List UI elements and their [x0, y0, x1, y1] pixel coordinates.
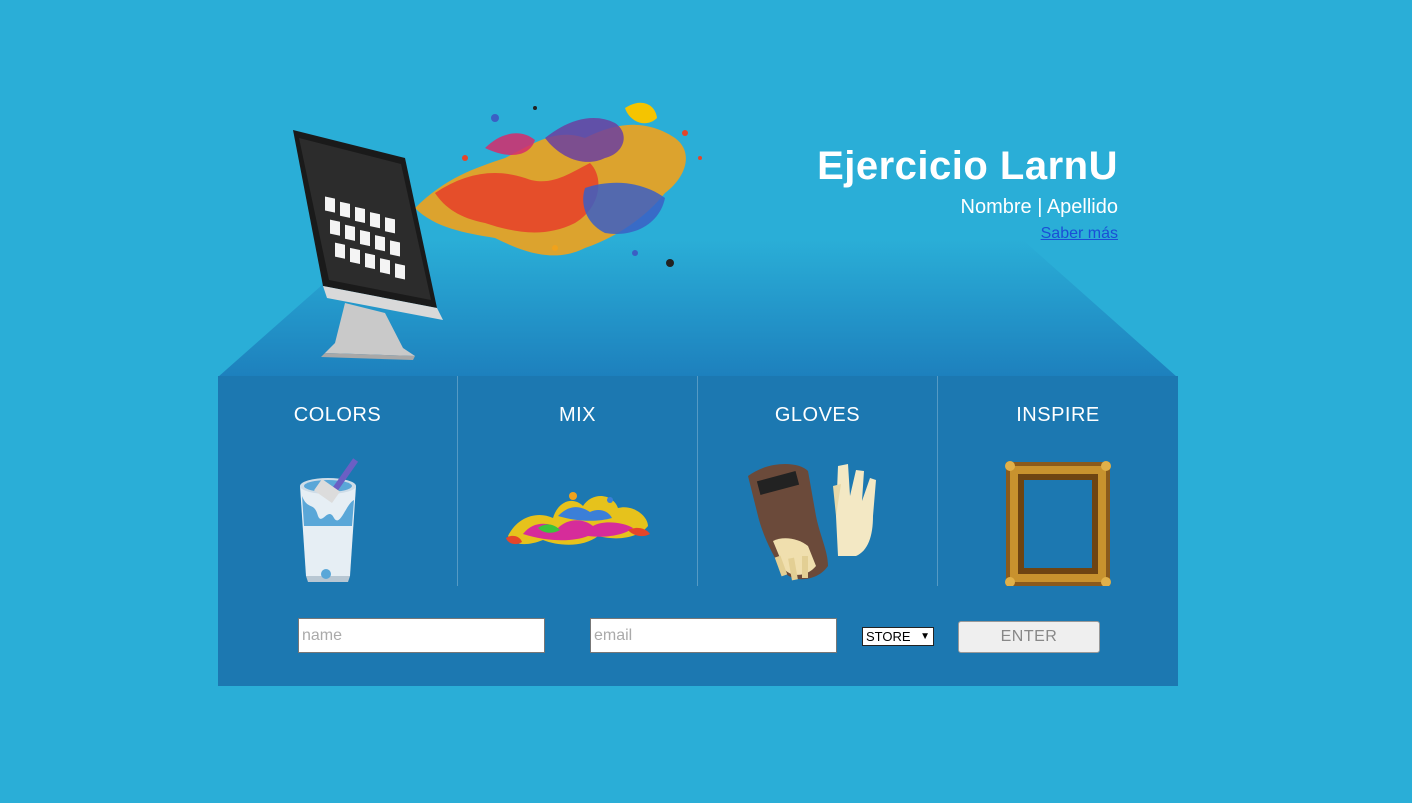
category-label: INSPIRE — [1016, 404, 1100, 426]
page: Ejercicio LarnU Nombre | Apellido Saber … — [0, 0, 1412, 803]
paint-splash-icon — [506, 492, 650, 545]
enter-button[interactable]: ENTER — [958, 621, 1100, 653]
page-title: Ejercicio LarnU — [817, 144, 1118, 188]
category-inspire[interactable]: INSPIRE — [938, 376, 1178, 586]
category-gloves[interactable]: GLOVES — [698, 376, 938, 586]
store-select[interactable]: STORE ▼ — [862, 627, 934, 646]
monitor-paint-illustration — [293, 102, 702, 360]
email-input[interactable] — [590, 618, 837, 653]
category-colors[interactable]: COLORS — [218, 376, 458, 586]
category-row: COLORS MIX GLOVES INSPIRE — [218, 376, 1178, 586]
category-label: COLORS — [293, 404, 382, 426]
learn-more-link[interactable]: Saber más — [1041, 225, 1118, 243]
hero-text: Ejercicio LarnU Nombre | Apellido Saber … — [817, 143, 1118, 243]
monitor-icon — [293, 130, 443, 360]
hero-subtitle: Nombre | Apellido — [960, 196, 1119, 218]
category-mix[interactable]: MIX — [458, 376, 698, 586]
paint-bucket-icon — [300, 458, 359, 582]
chevron-down-icon: ▼ — [920, 631, 930, 642]
store-select-value: STORE — [866, 629, 911, 644]
picture-frame-icon — [1005, 461, 1111, 586]
name-input[interactable] — [298, 618, 545, 653]
main-panel: COLORS MIX GLOVES INSPIRE name email STO… — [218, 376, 1178, 686]
paint-splash-icon — [415, 102, 702, 267]
signup-form: STORE ▼ ENTER — [218, 586, 1178, 686]
category-label: GLOVES — [774, 404, 861, 426]
gloves-icon — [748, 464, 876, 581]
category-label: MIX — [558, 404, 597, 426]
